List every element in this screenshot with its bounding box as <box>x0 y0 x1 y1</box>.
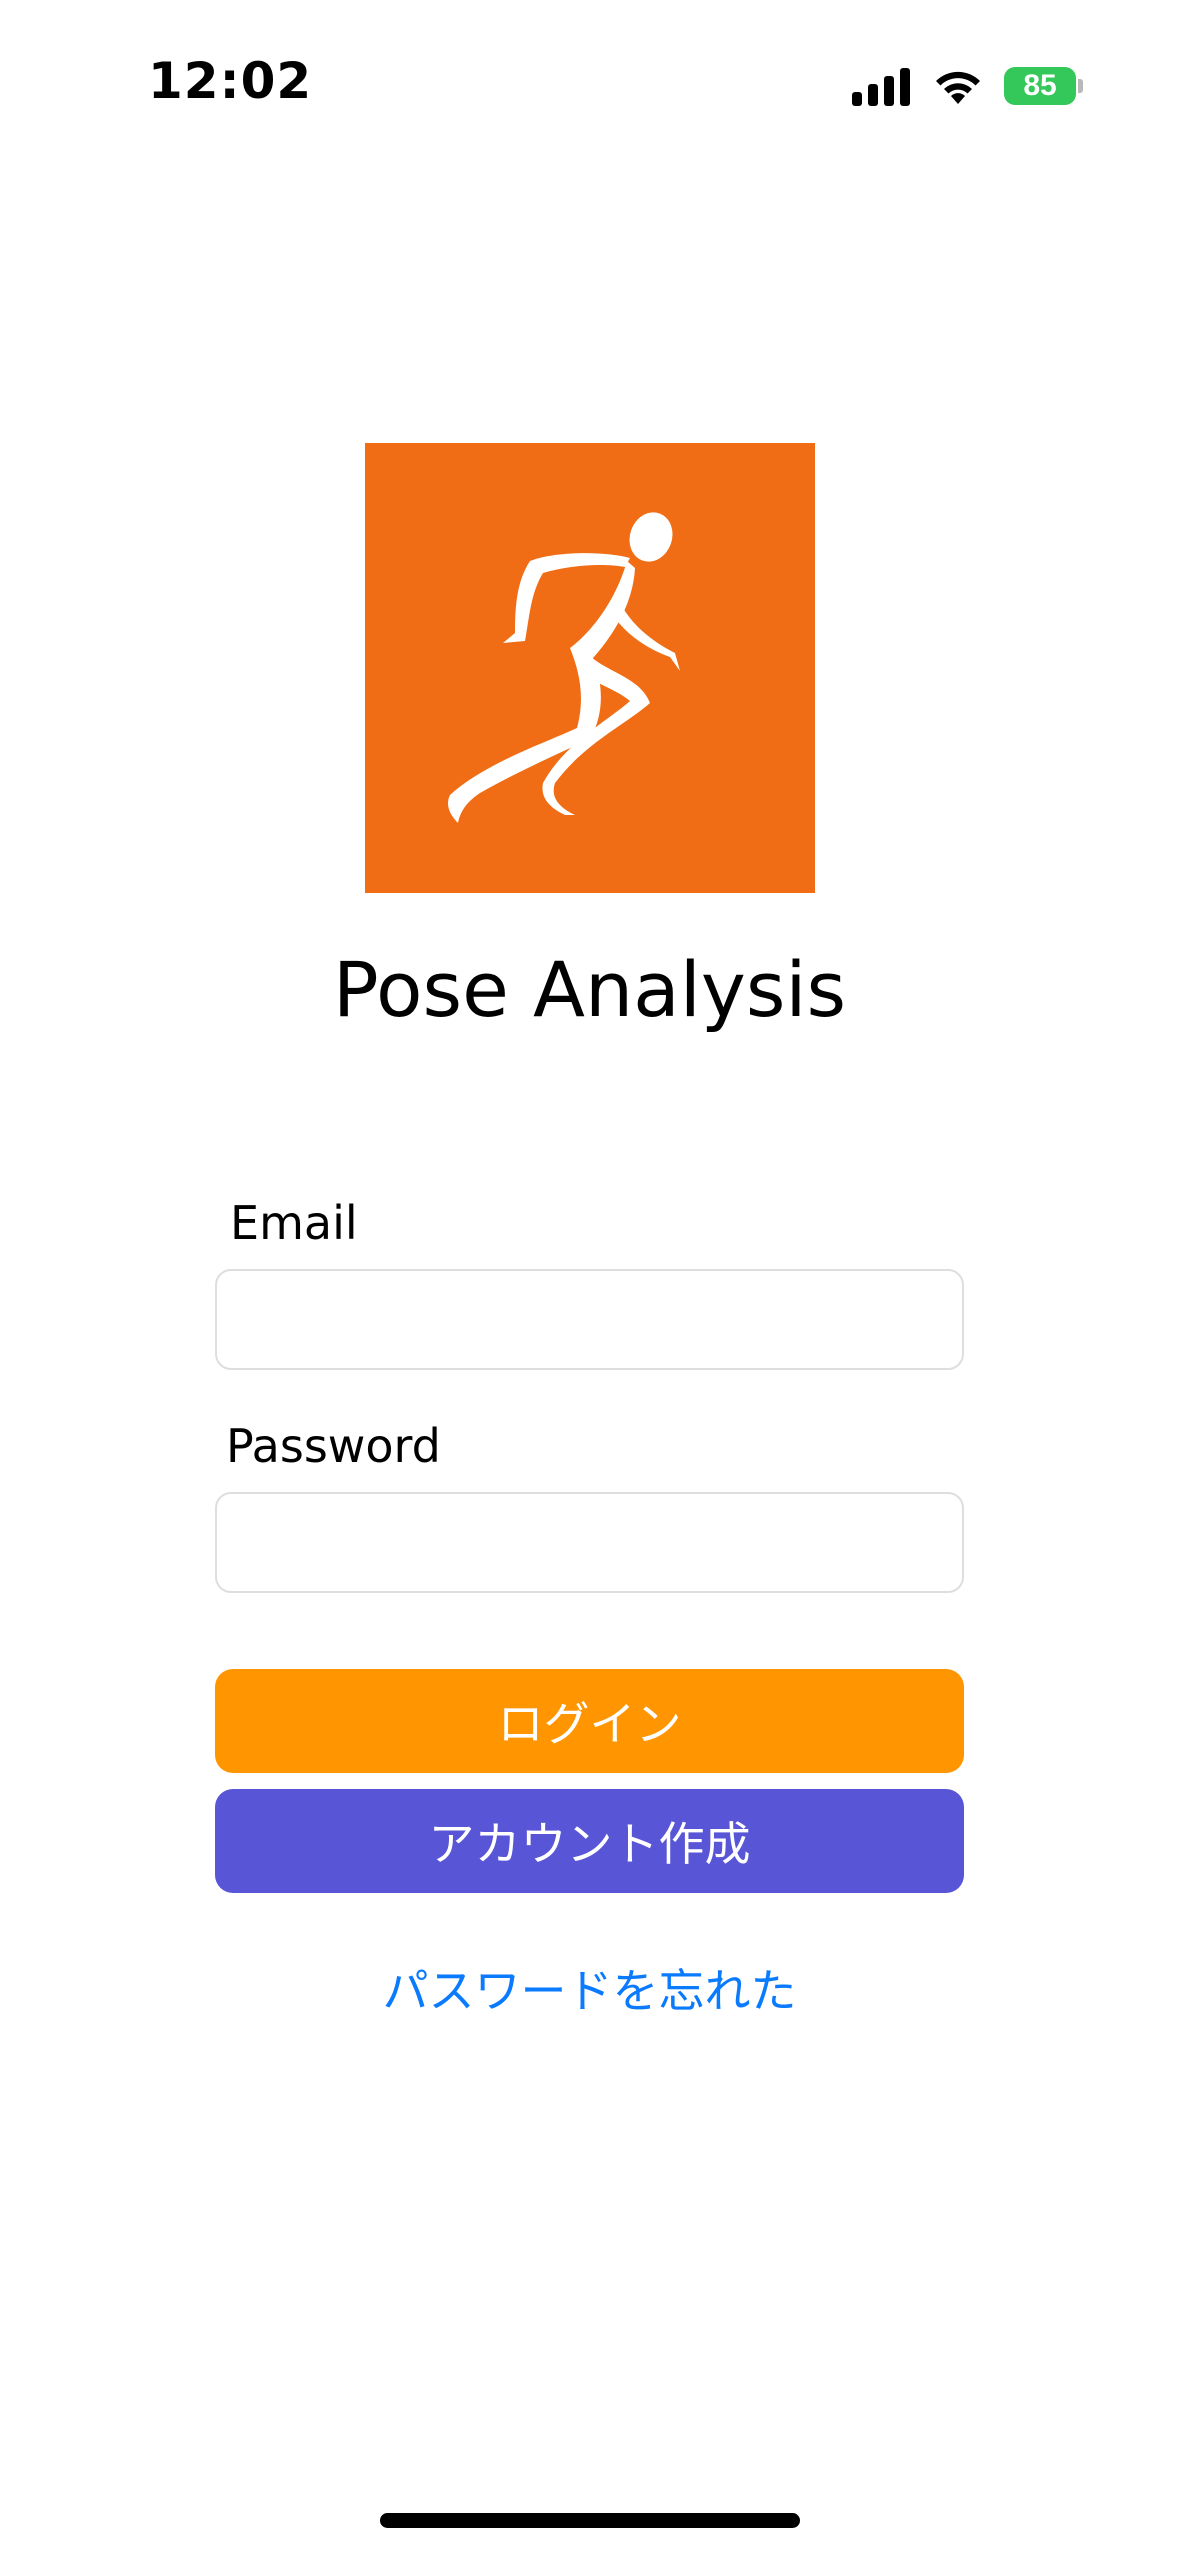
app-logo <box>365 443 815 893</box>
password-input[interactable] <box>215 1492 964 1593</box>
status-bar-time: 12:02 <box>148 52 313 110</box>
battery-level: 85 <box>1004 67 1076 105</box>
running-figure-icon <box>447 512 680 823</box>
forgot-password-link[interactable]: パスワードを忘れた <box>0 1955 1179 2021</box>
status-bar-indicators: 85 <box>852 62 1083 110</box>
cellular-signal-icon <box>852 66 912 106</box>
wifi-icon <box>936 71 980 104</box>
battery-charging-icon: 85 <box>1004 67 1083 105</box>
password-label: Password <box>226 1419 441 1473</box>
login-button[interactable]: ログイン <box>215 1669 964 1773</box>
create-account-button[interactable]: アカウント作成 <box>215 1789 964 1893</box>
app-title: Pose Analysis <box>332 945 847 1034</box>
home-indicator[interactable] <box>380 2513 800 2528</box>
email-label: Email <box>230 1196 358 1250</box>
email-input[interactable] <box>215 1269 964 1370</box>
battery-cap <box>1078 79 1083 93</box>
